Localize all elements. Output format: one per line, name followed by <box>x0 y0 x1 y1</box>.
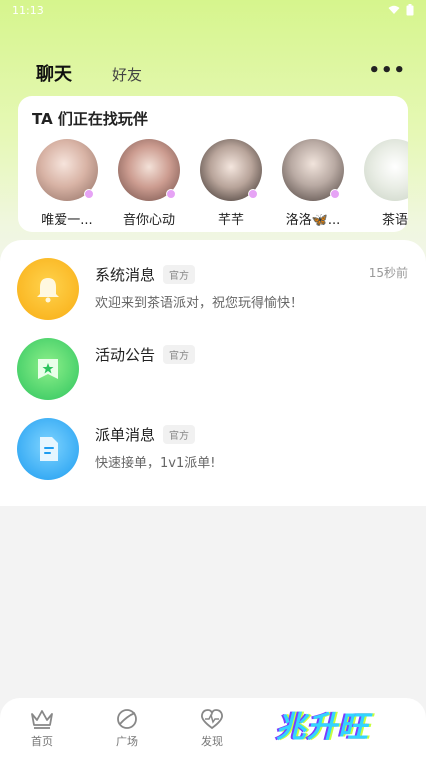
nav-label: 广场 <box>116 735 138 748</box>
gender-female-icon <box>84 189 94 199</box>
brand-logo: 兆升旺 <box>276 710 369 745</box>
avatar-name: 音你心动 <box>122 213 175 228</box>
avatar-name: 唯爱一... <box>41 213 93 228</box>
avatar-item[interactable]: 洛洛🦋... <box>282 139 344 228</box>
nav-label: 发现 <box>201 735 223 748</box>
avatar-item[interactable]: 唯爱一... <box>36 139 98 228</box>
document-icon <box>17 418 79 480</box>
status-icons <box>388 4 414 16</box>
gender-female-icon <box>166 189 176 199</box>
avatar-item[interactable]: 音你心动 <box>118 139 180 228</box>
avatar[interactable] <box>282 139 344 201</box>
official-badge: 官方 <box>163 265 195 284</box>
message-preview: 欢迎来到茶语派对，祝您玩得愉快！ <box>95 296 304 311</box>
avatar[interactable] <box>200 139 262 201</box>
nav-discover[interactable]: 发现 <box>192 708 232 749</box>
planet-icon <box>117 709 137 729</box>
message-title: 派单消息 <box>95 426 156 444</box>
flag-icon <box>17 338 79 400</box>
battery-icon <box>406 4 414 16</box>
bell-icon <box>17 258 79 320</box>
official-badge: 官方 <box>163 345 195 364</box>
heartbeat-icon <box>201 709 223 730</box>
status-time: 11:13 <box>12 3 44 17</box>
official-badge: 官方 <box>163 425 195 444</box>
bottom-navigation: 首页 广场 发现 兆升旺 <box>0 698 426 759</box>
message-row-activity[interactable]: 活动公告 官方 <box>0 338 426 418</box>
tab-chat[interactable]: 聊天 <box>36 60 72 88</box>
avatar-item[interactable]: 茶语 <box>364 139 408 228</box>
avatar-list: 唯爱一... 音你心动 芊芊 洛洛🦋... 茶语 <box>36 139 408 228</box>
avatar-name: 芊芊 <box>217 213 244 228</box>
avatar-item[interactable]: 芊芊 <box>200 139 262 228</box>
message-list: 系统消息 官方 15秒前 欢迎来到茶语派对，祝您玩得愉快！ 活动公告 官方 派单… <box>0 240 426 506</box>
avatar-name: 茶语 <box>381 213 408 228</box>
avatar-name: 洛洛🦋... <box>285 213 341 228</box>
avatar[interactable] <box>364 139 408 201</box>
nav-label: 首页 <box>31 735 53 748</box>
gender-female-icon <box>330 189 340 199</box>
message-time: 15秒前 <box>368 266 408 280</box>
avatar[interactable] <box>36 139 98 201</box>
message-row-dispatch[interactable]: 派单消息 官方 快速接单，1v1派单! <box>0 418 426 498</box>
nav-square[interactable]: 广场 <box>107 708 147 749</box>
top-tabs: 聊天 好友 <box>36 60 142 88</box>
avatar[interactable] <box>118 139 180 201</box>
status-bar: 11:13 <box>0 0 426 20</box>
wifi-icon <box>388 5 400 14</box>
find-playmates-title: TA 们正在找玩伴 <box>32 110 148 128</box>
find-playmates-card: TA 们正在找玩伴 唯爱一... 音你心动 芊芊 洛洛🦋... 茶语 <box>18 96 408 232</box>
nav-home[interactable]: 首页 <box>22 708 62 749</box>
message-title: 活动公告 <box>95 346 156 364</box>
message-row-system[interactable]: 系统消息 官方 15秒前 欢迎来到茶语派对，祝您玩得愉快！ <box>0 258 426 338</box>
message-title: 系统消息 <box>95 266 156 284</box>
crown-icon <box>31 710 53 729</box>
tab-friends[interactable]: 好友 <box>112 64 142 86</box>
message-preview: 快速接单，1v1派单! <box>95 456 216 471</box>
gender-female-icon <box>248 189 258 199</box>
more-button[interactable]: ••• <box>368 60 406 81</box>
